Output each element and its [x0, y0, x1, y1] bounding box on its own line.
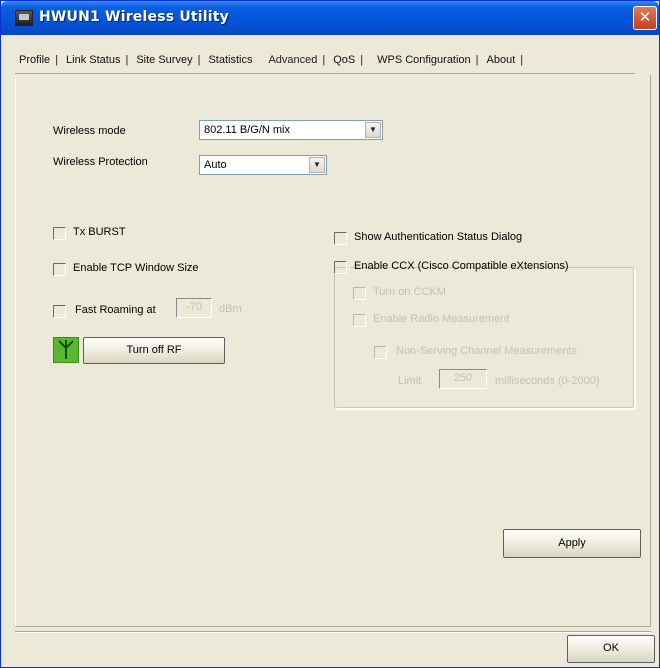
wireless-protection-value: Auto [204, 159, 227, 171]
chevron-down-icon[interactable]: ▼ [365, 122, 381, 138]
tab-site-survey[interactable]: Site Survey [132, 54, 204, 66]
ok-button[interactable]: OK [567, 635, 655, 663]
fast-roaming-unit: dBm [219, 303, 242, 315]
radio-measurement-checkbox[interactable] [353, 314, 366, 327]
tab-wps-configuration[interactable]: WPS Configuration [373, 54, 482, 66]
chevron-down-icon[interactable]: ▼ [309, 157, 325, 173]
tab-qos[interactable]: QoS [329, 54, 367, 66]
footer-divider [15, 631, 651, 633]
cckm-label: Turn on CCKM [373, 286, 446, 298]
wireless-mode-value: 802.11 B/G/N mix [204, 124, 290, 136]
tab-link-status[interactable]: Link Status [62, 54, 132, 66]
tab-advanced[interactable]: Advanced [264, 54, 329, 66]
apply-button[interactable]: Apply [503, 529, 641, 558]
show-auth-dialog-checkbox[interactable] [334, 232, 347, 245]
ccx-group-title [347, 257, 351, 277]
tab-statistics[interactable]: Statistics [204, 54, 256, 66]
tcp-window-checkbox[interactable] [53, 263, 66, 276]
title-bar[interactable]: HWUN1 Wireless Utility ✕ [1, 1, 659, 35]
turn-off-rf-button[interactable]: Turn off RF [83, 337, 225, 364]
app-window: HWUN1 Wireless Utility ✕ Profile Link St… [0, 0, 660, 668]
show-auth-dialog-label: Show Authentication Status Dialog [354, 231, 523, 243]
tx-burst-label: Tx BURST [73, 226, 126, 238]
cckm-checkbox[interactable] [353, 287, 366, 300]
limit-label: Limit [398, 375, 422, 387]
limit-input[interactable]: 250 [439, 369, 487, 389]
fast-roaming-checkbox[interactable] [53, 305, 66, 318]
fast-roaming-label: Fast Roaming at [75, 304, 156, 316]
wireless-mode-select[interactable]: 802.11 B/G/N mix ▼ [199, 120, 383, 140]
tx-burst-checkbox[interactable] [53, 227, 66, 240]
ccx-checkbox[interactable] [334, 261, 347, 274]
fast-roaming-input[interactable]: -70 [176, 298, 212, 318]
close-button[interactable]: ✕ [633, 6, 657, 30]
tab-about[interactable]: About [483, 54, 528, 66]
radio-measurement-label: Enable Radio Measurement [373, 313, 510, 325]
non-serving-checkbox[interactable] [374, 346, 387, 359]
tab-divider [15, 73, 635, 74]
wireless-protection-select[interactable]: Auto ▼ [199, 155, 327, 175]
antenna-icon [53, 337, 79, 363]
app-icon [15, 10, 33, 26]
wireless-protection-label: Wireless Protection [53, 156, 148, 168]
limit-unit: milliseconds (0-2000) [495, 375, 600, 387]
tcp-window-label: Enable TCP Window Size [73, 262, 199, 274]
ccx-label: Enable CCX (Cisco Compatible eXtensions) [354, 260, 569, 272]
non-serving-label: Non-Serving Channel Measurements [396, 345, 577, 357]
window-title: HWUN1 Wireless Utility [39, 9, 230, 25]
wireless-mode-label: Wireless mode [53, 125, 126, 137]
tab-profile[interactable]: Profile [15, 54, 62, 66]
tab-strip: Profile Link Status Site Survey Statisti… [15, 49, 527, 71]
